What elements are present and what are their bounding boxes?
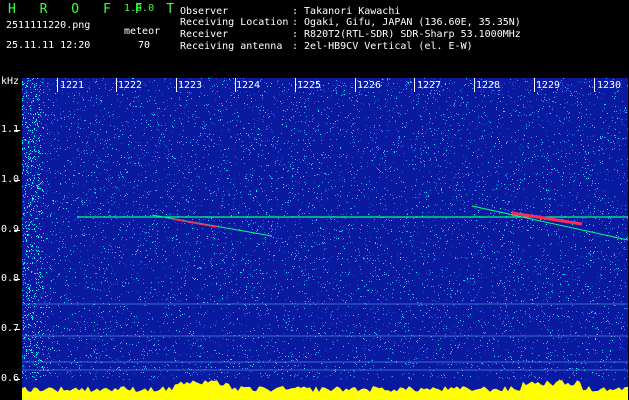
x-tick-label: 1226 [357,80,382,91]
x-tick-label: 1222 [118,80,143,91]
antenna-label: Receiving antenna [180,41,283,52]
y-tick-mark [14,329,20,330]
x-tick-label: 1224 [236,80,261,91]
meteor-echo-strong [171,218,218,228]
app-version: 1.0.0 [124,3,155,14]
x-tick-mark [355,78,356,92]
x-tick-label: 1229 [536,80,561,91]
y-tick-mark [14,180,20,181]
x-tick-label: 1227 [417,80,442,91]
y-tick-mark [14,130,20,131]
x-tick-label: 1230 [597,80,622,91]
file-type-label: meteor [124,26,161,37]
x-tick-label: 1228 [476,80,501,91]
y-tick-mark [14,279,20,280]
meteor-echo-trace [471,205,628,241]
x-tick-mark [295,78,296,92]
y-unit-label: kHz [1,76,20,87]
spectrogram-canvas [22,78,628,400]
app-logo: H R O F F T [8,2,183,17]
spectrogram [22,78,628,400]
x-tick-mark [534,78,535,92]
location-value: : Ogaki, Gifu, JAPAN (136.60E, 35.35N) [292,17,521,28]
file-count: 70 [138,40,151,51]
x-tick-mark [594,78,595,92]
x-tick-label: 1225 [297,80,322,91]
x-tick-mark [176,78,177,92]
file-datetime: 25.11.11 12:20 [6,40,91,51]
x-tick-label: 1221 [60,80,85,91]
location-label: Receiving Location [180,17,289,28]
x-tick-mark [57,78,58,92]
y-tick-mark [14,379,20,380]
x-tick-mark [116,78,117,92]
x-tick-label: 1223 [178,80,203,91]
receiver-value: : R820T2(RTL-SDR) SDR-Sharp 53.1000MHz [292,29,521,40]
x-tick-mark [474,78,475,92]
file-name: 2511111220.png [6,20,91,31]
y-tick-mark [14,230,20,231]
signal-baseline [22,380,628,400]
receiver-label: Receiver [180,29,229,40]
antenna-value: : 2el-HB9CV Vertical (el. E-W) [292,41,473,52]
x-tick-mark [414,78,415,92]
x-tick-mark [235,78,236,92]
